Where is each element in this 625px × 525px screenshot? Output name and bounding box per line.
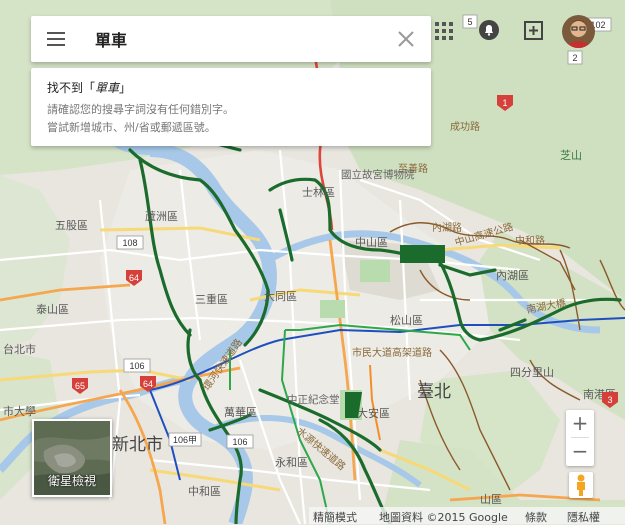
highway-shield: 106甲: [168, 432, 202, 447]
share-plus-icon[interactable]: [524, 21, 543, 40]
map-label: 泰山區: [36, 302, 69, 316]
no-results-card: 找不到「單車」 請確認您的搜尋字詞沒有任何錯別字。 嘗試新增城市、州/省或郵遞區…: [31, 68, 431, 146]
map-label: 大同區: [264, 289, 297, 303]
search-input[interactable]: [93, 28, 377, 49]
map-label: 大安區: [357, 406, 390, 420]
zoom-in-button[interactable]: +: [566, 410, 594, 437]
svg-text:106甲: 106甲: [173, 435, 197, 445]
svg-text:5: 5: [467, 17, 472, 27]
privacy-link[interactable]: 隱私權: [567, 509, 600, 525]
svg-text:3: 3: [607, 395, 612, 405]
svg-text:64: 64: [143, 379, 153, 389]
close-icon[interactable]: [395, 28, 417, 50]
map-label: 中和路: [515, 234, 545, 247]
map-label: 萬華區: [224, 406, 257, 419]
notifications-icon[interactable]: [478, 19, 500, 41]
menu-icon[interactable]: [45, 29, 67, 49]
zoom-control: + −: [566, 410, 594, 466]
map-label: 中山區: [355, 236, 388, 249]
map-label: 台北市: [3, 342, 36, 356]
svg-text:106: 106: [129, 361, 144, 371]
street-view-pegman-icon[interactable]: [569, 472, 593, 498]
highway-shield: 106: [226, 434, 254, 449]
satellite-label: 衛星檢視: [47, 474, 96, 488]
account-avatar[interactable]: [562, 15, 595, 48]
no-results-hint-2: 嘗試新增城市、州/省或郵遞區號。: [47, 121, 216, 134]
apps-grid-icon[interactable]: [435, 22, 453, 40]
map-label: 四分里山: [510, 366, 554, 379]
highway-shield: 106: [123, 358, 151, 373]
map-label: 蘆洲區: [145, 209, 178, 223]
map-label: 五股區: [55, 219, 88, 232]
map-label: 芝山: [560, 149, 582, 162]
svg-text:108: 108: [122, 238, 137, 248]
map-label: 中正紀念堂: [287, 393, 340, 406]
map-big-label: 新北市: [112, 435, 163, 455]
map-label: 士林區: [302, 185, 335, 199]
map-label: 山區: [480, 493, 502, 506]
highway-shield: 2: [567, 50, 583, 65]
svg-text:1: 1: [502, 98, 507, 108]
map-label: 中和區: [188, 485, 221, 498]
map-label: 內湖路: [432, 221, 462, 234]
map-label: 國立故宮博物院: [341, 168, 415, 181]
highway-shield: 5: [462, 14, 478, 29]
svg-text:64: 64: [129, 273, 139, 283]
map-label: 松山區: [390, 313, 423, 327]
map-label: 市民大道高架道路: [352, 346, 432, 359]
terms-link[interactable]: 條款: [525, 509, 547, 525]
map-footer: 精簡模式 地圖資料 ©2015 Google 條款 隱私權: [309, 507, 625, 524]
no-results-title: 找不到「單車」: [47, 81, 132, 95]
map-label: 市大學: [3, 404, 36, 418]
map-label: 成功路: [450, 120, 480, 133]
map-label: 三重區: [195, 292, 228, 306]
svg-text:65: 65: [75, 381, 85, 391]
svg-text:106: 106: [232, 437, 247, 447]
highway-shield: 108: [116, 235, 144, 250]
map-label: 永和區: [275, 455, 308, 469]
map-data-copyright: 地圖資料 ©2015 Google: [379, 511, 508, 524]
svg-text:2: 2: [572, 53, 577, 63]
satellite-view-toggle[interactable]: 衛星檢視: [32, 419, 112, 497]
lite-mode-link[interactable]: 精簡模式: [313, 509, 357, 525]
map-big-label: 臺北: [417, 382, 451, 402]
search-box: [31, 16, 431, 62]
zoom-out-button[interactable]: −: [566, 438, 594, 465]
no-results-hint-1: 請確認您的搜尋字詞沒有任何錯別字。: [47, 103, 234, 116]
map-label: 內湖區: [496, 269, 529, 282]
